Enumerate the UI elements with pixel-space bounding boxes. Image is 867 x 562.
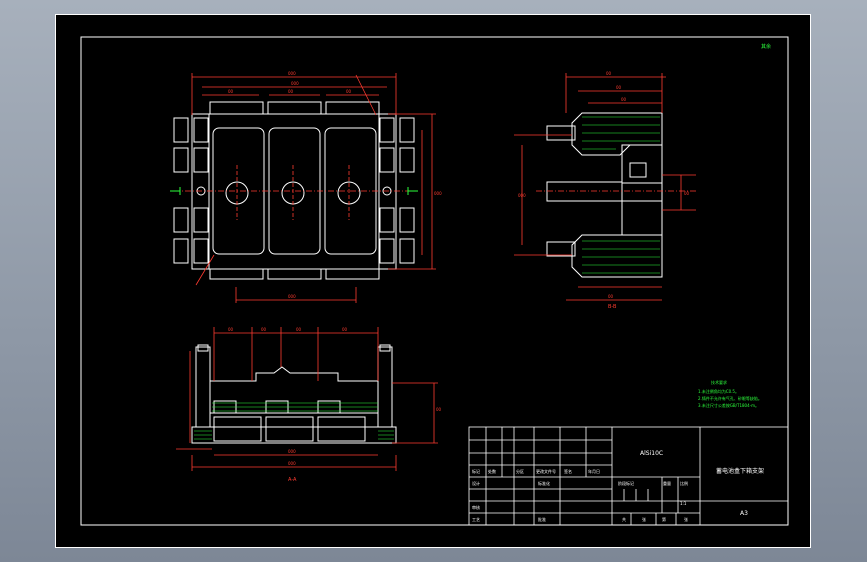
sheet-size: A3 xyxy=(740,510,748,517)
top-view xyxy=(173,101,415,280)
note-line-1: 1.未注倒角均为C0.5。 xyxy=(698,388,739,394)
svg-text:000: 000 xyxy=(288,71,296,76)
standard-label: 标准化 xyxy=(538,480,550,486)
technical-notes: 技术要求 1.未注倒角均为C0.5。 2.铸件不允许有气孔、砂眼等缺陷。 3.未… xyxy=(698,379,762,408)
approve-label: 批准 xyxy=(538,516,546,522)
side-section-hatch xyxy=(582,116,660,274)
svg-text:00: 00 xyxy=(684,191,690,196)
top-view-dim-text: 000 000 00 00 00 000 000 xyxy=(228,71,442,299)
count-label: 处数 xyxy=(488,468,496,474)
front-section-dimensions xyxy=(176,327,438,471)
stage-label: 阶段标记 xyxy=(618,480,634,486)
section-label-a: A-A xyxy=(288,477,297,483)
scale-label: 比例 xyxy=(680,480,688,486)
svg-text:00: 00 xyxy=(616,85,622,90)
inner-border xyxy=(80,36,789,526)
svg-text:000: 000 xyxy=(288,294,296,299)
cad-drawing: 其余 000 000 00 00 00 000 000 00 00 00 000… xyxy=(80,36,789,526)
svg-text:000: 000 xyxy=(434,191,442,196)
front-section xyxy=(191,344,397,444)
sheet-no-label: 第 xyxy=(662,516,666,522)
svg-text:00: 00 xyxy=(288,89,294,94)
side-section-dimensions xyxy=(514,73,696,301)
svg-text:00: 00 xyxy=(228,89,234,94)
svg-text:00: 00 xyxy=(606,71,612,76)
section-label-b: B-B xyxy=(608,304,617,310)
svg-text:00: 00 xyxy=(296,327,302,332)
svg-text:00: 00 xyxy=(608,294,614,299)
svg-text:00: 00 xyxy=(261,327,267,332)
weight-label: 重量 xyxy=(663,480,671,486)
svg-text:00: 00 xyxy=(228,327,234,332)
zone-label: 分区 xyxy=(516,468,524,474)
svg-text:00: 00 xyxy=(436,407,442,412)
note-line-2: 2.铸件不允许有气孔、砂眼等缺陷。 xyxy=(698,395,762,401)
date-label: 年月日 xyxy=(588,468,600,474)
title-block-text: AlSi10C 蓄电池盒下箱支架 A3 1:1 标记 处数 分区 更改文件号 签… xyxy=(472,450,764,522)
mark-label: 标记 xyxy=(472,468,480,474)
svg-text:000: 000 xyxy=(288,461,296,466)
svg-text:00: 00 xyxy=(342,327,348,332)
scale-value: 1:1 xyxy=(680,501,687,506)
drawing-sheet: 其余 000 000 00 00 00 000 000 00 00 00 000… xyxy=(55,14,811,548)
drawing-name: 蓄电池盒下箱支架 xyxy=(716,467,764,475)
svg-text:00: 00 xyxy=(621,97,627,102)
side-section xyxy=(546,112,663,278)
review-label: 审核 xyxy=(472,504,480,510)
svg-text:000: 000 xyxy=(291,81,299,86)
change-doc-label: 更改文件号 xyxy=(536,468,556,474)
process-label: 工艺 xyxy=(472,517,480,522)
front-section-dim-text: 00 00 00 00 00 000 000 xyxy=(228,327,442,466)
svg-text:000: 000 xyxy=(288,449,296,454)
note-line-3: 3.未注尺寸公差按GB/T1804-m。 xyxy=(698,402,759,408)
sheet-label: 张 xyxy=(642,516,646,522)
signature-label: 签名 xyxy=(564,468,572,474)
sheet-no-unit: 张 xyxy=(684,516,688,522)
svg-text:00: 00 xyxy=(346,89,352,94)
material-value: AlSi10C xyxy=(640,450,663,457)
sheet-total-label: 共 xyxy=(622,516,626,522)
notes-heading: 技术要求 xyxy=(711,379,727,385)
design-label: 设计 xyxy=(472,480,480,486)
corner-note: 其余 xyxy=(761,43,771,50)
svg-text:000: 000 xyxy=(518,193,526,198)
front-section-hatch xyxy=(194,402,394,440)
